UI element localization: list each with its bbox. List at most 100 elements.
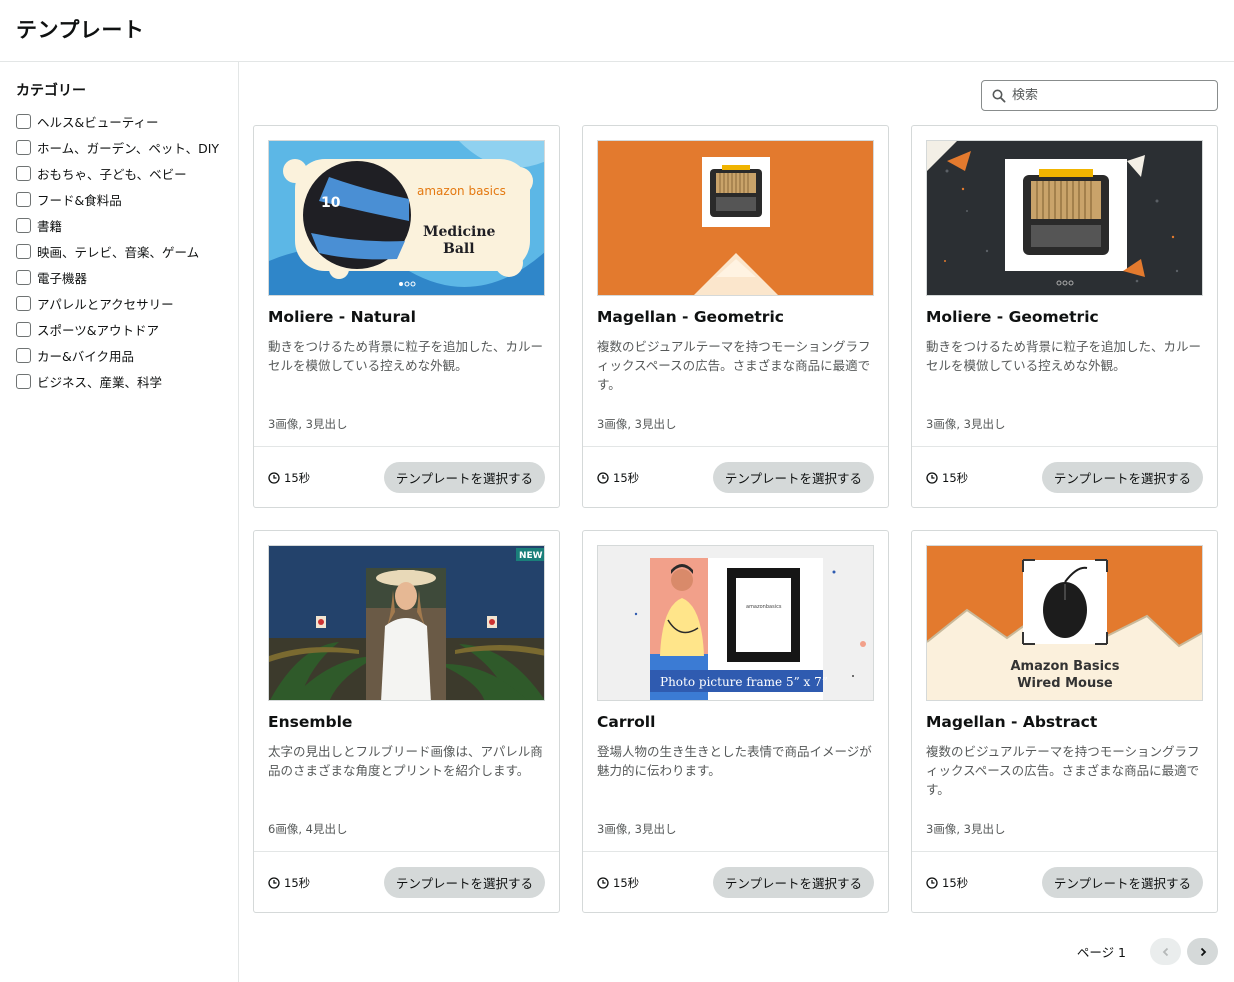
- template-gallery: 10 amazon basics Medicine Ball Moliere -…: [239, 62, 1234, 982]
- thumbnail-image: [927, 141, 1202, 295]
- duration: 15秒: [597, 470, 639, 486]
- category-label: アパレルとアクセサリー: [37, 296, 174, 312]
- select-template-button[interactable]: テンプレートを選択する: [383, 462, 545, 493]
- category-item-books[interactable]: 書籍: [16, 212, 238, 238]
- category-item-movies-music[interactable]: 映画、テレビ、音楽、ゲーム: [16, 238, 238, 264]
- template-card[interactable]: amazonbasics Photo picture frame 5” x 7”…: [582, 530, 889, 913]
- template-card[interactable]: NEW Ensemble 太字の見出しとフルブリード画像は、アパレル商品のさまざ…: [253, 530, 560, 913]
- card-footer: 15秒 テンプレートを選択する: [912, 851, 1217, 912]
- category-label: 書籍: [37, 218, 63, 234]
- next-page-button[interactable]: [1187, 938, 1218, 965]
- select-template-button[interactable]: テンプレートを選択する: [1041, 462, 1203, 493]
- category-item-health-beauty[interactable]: ヘルス&ビューティー: [16, 108, 238, 134]
- template-description: 複数のビジュアルテーマを持つモーショングラフィックスペースの広告。さまざまな商品…: [597, 339, 871, 392]
- select-template-button[interactable]: テンプレートを選択する: [383, 867, 545, 898]
- clock-icon: [926, 877, 938, 889]
- template-grid: 10 amazon basics Medicine Ball Moliere -…: [253, 125, 1218, 913]
- template-meta: 6画像, 4見出し: [268, 822, 348, 836]
- template-description: 複数のビジュアルテーマを持つモーショングラフィックスペースの広告。さまざまな商品…: [926, 744, 1200, 797]
- duration-label: 15秒: [613, 471, 640, 485]
- svg-text:Amazon Basics: Amazon Basics: [1011, 659, 1120, 674]
- thumbnail-image: 10 amazon basics Medicine Ball: [269, 141, 544, 295]
- category-sidebar: カテゴリー ヘルス&ビューティー ホーム、ガーデン、ペット、DIY おもちゃ、子…: [0, 62, 239, 982]
- category-item-car-bike[interactable]: カー&バイク用品: [16, 342, 238, 368]
- category-label: 映画、テレビ、音楽、ゲーム: [37, 244, 200, 260]
- template-title: Magellan - Abstract: [926, 713, 1098, 731]
- template-description: 太字の見出しとフルブリード画像は、アパレル商品のさまざまな角度とプリントを紹介し…: [268, 744, 543, 778]
- template-description: 動きをつけるため背景に粒子を追加した、カルーセルを模倣している控えめな外観。: [268, 339, 544, 373]
- category-label: カー&バイク用品: [37, 348, 134, 364]
- checkbox[interactable]: [16, 347, 31, 363]
- card-footer: 15秒 テンプレートを選択する: [583, 851, 888, 912]
- duration: 15秒: [268, 875, 310, 891]
- template-card[interactable]: Magellan - Geometric 複数のビジュアルテーマを持つモーション…: [582, 125, 889, 508]
- select-template-button[interactable]: テンプレートを選択する: [1041, 867, 1203, 898]
- duration-label: 15秒: [284, 471, 311, 485]
- duration-label: 15秒: [613, 876, 640, 890]
- thumbnail-image: [598, 141, 873, 295]
- search-input[interactable]: [1012, 88, 1202, 103]
- checkbox[interactable]: [16, 165, 31, 181]
- page-label: ページ 1: [1076, 945, 1126, 960]
- duration: 15秒: [268, 470, 310, 486]
- prev-page-button[interactable]: [1150, 938, 1181, 965]
- duration-label: 15秒: [942, 471, 969, 485]
- thumbnail-image: amazonbasics Photo picture frame 5” x 7”: [598, 546, 873, 700]
- template-meta: 3画像, 3見出し: [597, 417, 677, 431]
- thumbnail-image: NEW: [269, 546, 544, 700]
- card-footer: 15秒 テンプレートを選択する: [583, 446, 888, 507]
- category-item-toys-kids[interactable]: おもちゃ、子ども、ベビー: [16, 160, 238, 186]
- category-item-home-garden[interactable]: ホーム、ガーデン、ペット、DIY: [16, 134, 238, 160]
- checkbox[interactable]: [16, 243, 31, 259]
- page-title: テンプレート: [16, 18, 145, 42]
- svg-text:Wired Mouse: Wired Mouse: [1017, 676, 1113, 691]
- category-item-sports[interactable]: スポーツ&アウトドア: [16, 316, 238, 342]
- clock-icon: [268, 877, 280, 889]
- template-card[interactable]: Amazon Basics Wired Mouse Magellan - Abs…: [911, 530, 1218, 913]
- checkbox[interactable]: [16, 295, 31, 311]
- category-item-electronics[interactable]: 電子機器: [16, 264, 238, 290]
- select-template-button[interactable]: テンプレートを選択する: [712, 867, 874, 898]
- template-description: 登場人物の生き生きとした表情で商品イメージが魅力的に伝わります。: [597, 744, 872, 778]
- category-label: 電子機器: [37, 270, 88, 286]
- template-card[interactable]: 10 amazon basics Medicine Ball Moliere -…: [253, 125, 560, 508]
- template-thumbnail[interactable]: [597, 140, 874, 296]
- svg-text:NEW: NEW: [519, 551, 543, 561]
- checkbox[interactable]: [16, 321, 31, 337]
- template-thumbnail[interactable]: 10 amazon basics Medicine Ball: [268, 140, 545, 296]
- clock-icon: [926, 472, 938, 484]
- template-card[interactable]: Moliere - Geometric 動きをつけるため背景に粒子を追加した、カ…: [911, 125, 1218, 508]
- template-title: Moliere - Geometric: [926, 308, 1099, 326]
- category-heading: カテゴリー: [16, 83, 86, 99]
- svg-text:10: 10: [321, 195, 341, 211]
- duration: 15秒: [926, 470, 968, 486]
- category-item-food[interactable]: フード&食料品: [16, 186, 238, 212]
- template-thumbnail[interactable]: Amazon Basics Wired Mouse: [926, 545, 1203, 701]
- checkbox[interactable]: [16, 191, 31, 207]
- checkbox[interactable]: [16, 373, 31, 389]
- duration: 15秒: [597, 875, 639, 891]
- template-title: Ensemble: [268, 713, 353, 731]
- category-list: ヘルス&ビューティー ホーム、ガーデン、ペット、DIY おもちゃ、子ども、ベビー…: [16, 108, 238, 394]
- svg-text:Ball: Ball: [443, 241, 475, 257]
- template-description: 動きをつけるため背景に粒子を追加した、カルーセルを模倣している控えめな外観。: [926, 339, 1202, 373]
- checkbox[interactable]: [16, 139, 31, 155]
- checkbox[interactable]: [16, 217, 31, 233]
- checkbox[interactable]: [16, 113, 31, 129]
- template-thumbnail[interactable]: NEW: [268, 545, 545, 701]
- category-label: ホーム、ガーデン、ペット、DIY: [37, 140, 220, 156]
- select-template-button[interactable]: テンプレートを選択する: [712, 462, 874, 493]
- template-thumbnail[interactable]: [926, 140, 1203, 296]
- template-thumbnail[interactable]: amazonbasics Photo picture frame 5” x 7”: [597, 545, 874, 701]
- template-meta: 3画像, 3見出し: [926, 417, 1006, 431]
- duration: 15秒: [926, 875, 968, 891]
- search-box[interactable]: [981, 80, 1218, 111]
- checkbox[interactable]: [16, 269, 31, 285]
- pagination: ページ 1: [1077, 938, 1218, 965]
- template-meta: 3画像, 3見出し: [926, 822, 1006, 836]
- duration-label: 15秒: [284, 876, 311, 890]
- template-meta: 3画像, 3見出し: [597, 822, 677, 836]
- thumbnail-image: Amazon Basics Wired Mouse: [927, 546, 1202, 700]
- category-item-apparel[interactable]: アパレルとアクセサリー: [16, 290, 238, 316]
- category-item-business[interactable]: ビジネス、産業、科学: [16, 368, 238, 394]
